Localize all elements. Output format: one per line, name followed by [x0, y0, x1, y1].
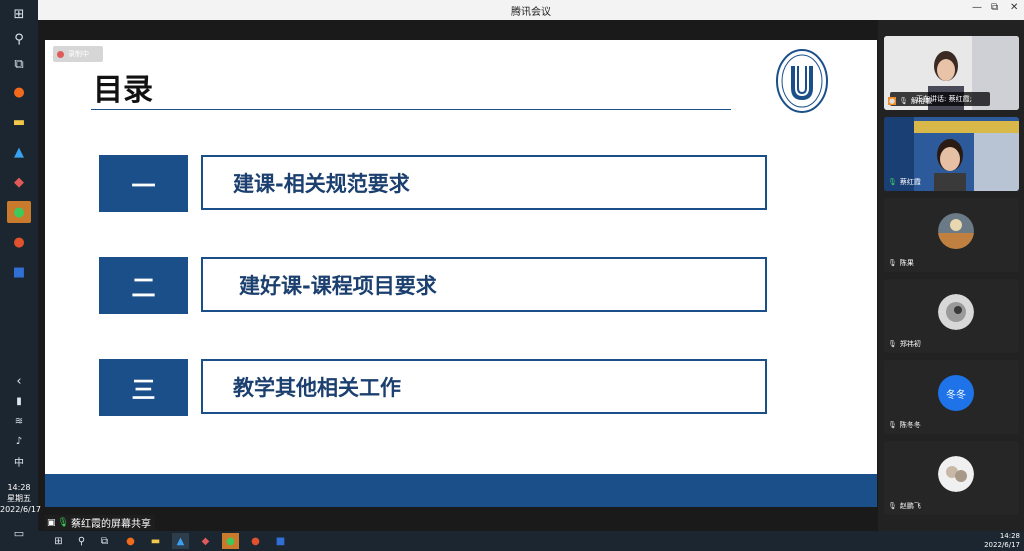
item-text-2: 建好课-课程项目要求	[201, 257, 767, 312]
paint-icon[interactable]: ◆	[197, 533, 214, 549]
taskbar-time: 14:28	[999, 532, 1020, 540]
clock-date: 2022/6/17	[0, 505, 42, 514]
ime-indicator[interactable]: 中	[7, 450, 31, 472]
participant-tile[interactable]: 🎙 蔡红霞	[884, 117, 1019, 191]
paint-icon[interactable]: ◆	[7, 171, 31, 193]
mic-muted-icon: 🎙	[888, 502, 897, 510]
university-logo	[776, 49, 828, 113]
record-dot-icon	[57, 50, 64, 58]
mic-icon: 🎙	[57, 517, 69, 528]
task-view-icon[interactable]: ⧉	[7, 53, 31, 75]
powerpoint-icon[interactable]: ●	[7, 231, 31, 253]
participant-tile[interactable]: 🎙 赵鹏飞	[884, 441, 1019, 515]
firefox-icon[interactable]: ●	[122, 533, 139, 549]
item-number-1: 一	[99, 155, 188, 212]
windows-start-icon[interactable]: ⊞	[7, 3, 31, 25]
window-titlebar: 腾讯会议 — ⧉ ✕	[38, 0, 1024, 20]
participant-avatar: 冬冬	[938, 375, 974, 411]
restore-button[interactable]: ⧉	[991, 2, 998, 13]
mic-muted-icon: 🎙	[888, 259, 897, 267]
task-view-icon[interactable]: ⧉	[96, 533, 113, 549]
slide-title: 目录	[93, 73, 153, 108]
mic-icon: 🎙	[899, 97, 908, 105]
tencent-meeting-icon[interactable]: ▲	[172, 533, 189, 549]
participant-tile[interactable]: 正在讲话: 蔡红霞; ● 🎙 解裕敏	[884, 36, 1019, 110]
mic-muted-icon: 🎙	[888, 340, 897, 348]
participant-tile[interactable]: 冬冬 🎙 陈冬冬	[884, 360, 1019, 434]
clock-weekday: 星期五	[7, 494, 31, 503]
windows-taskbar-bottom: ⊞ ⚲ ⧉ ● ▬ ▲ ◆ ● ● ■ 14:28 2022/6/17	[38, 531, 1024, 551]
word-icon[interactable]: ■	[7, 261, 31, 283]
notification-icon[interactable]: ▭	[7, 522, 31, 544]
item-text-3: 教学其他相关工作	[201, 359, 767, 414]
wechat-icon[interactable]: ●	[7, 201, 31, 223]
screen-share-label: ▣ 🎙 蔡红霞的屏幕共享	[45, 515, 155, 530]
recording-label: 录制中	[68, 50, 89, 58]
participant-name: 🎙 陈冬冬	[888, 421, 921, 429]
item-number-2: 二	[99, 257, 188, 314]
close-button[interactable]: ✕	[1010, 2, 1018, 13]
wechat-icon[interactable]: ●	[222, 533, 239, 549]
powerpoint-icon[interactable]: ●	[247, 533, 264, 549]
shared-screen: 录制中 目录 一 建课-相关规范要求 二 建好课-课程项目要求 三 教学其他相关…	[45, 40, 877, 507]
minimize-button[interactable]: —	[972, 2, 982, 13]
recording-badge[interactable]: 录制中	[53, 46, 103, 62]
participant-tile[interactable]: 🎙 郑祎初	[884, 279, 1019, 353]
participant-name: ● 🎙 解裕敏	[888, 97, 932, 105]
tencent-meeting-icon[interactable]: ▲	[7, 141, 31, 163]
volume-icon[interactable]: ♪	[7, 430, 31, 452]
windows-start-icon[interactable]: ⊞	[50, 533, 67, 549]
file-explorer-icon[interactable]: ▬	[7, 111, 31, 133]
participant-name: 🎙 郑祎初	[888, 340, 921, 348]
slide-bottom-band	[45, 474, 877, 507]
mic-muted-icon: 🎙	[888, 421, 897, 429]
search-icon[interactable]: ⚲	[7, 28, 31, 50]
firefox-icon[interactable]: ●	[7, 81, 31, 103]
usb-icon[interactable]: ▮	[7, 390, 31, 412]
file-explorer-icon[interactable]: ▬	[147, 533, 164, 549]
participant-tile[interactable]: 🎙 陈果	[884, 198, 1019, 272]
participant-name: 🎙 陈果	[888, 259, 914, 267]
title-divider	[91, 109, 731, 110]
screen-icon: ▣	[47, 517, 56, 528]
window-title: 腾讯会议	[511, 7, 551, 18]
user-icon: ●	[888, 97, 897, 105]
item-text-1: 建课-相关规范要求	[201, 155, 767, 210]
clock-time: 14:28	[7, 483, 31, 492]
item-number-3: 三	[99, 359, 188, 416]
participant-name: 🎙 赵鹏飞	[888, 502, 921, 510]
taskbar-date: 2022/6/17	[984, 541, 1020, 549]
chevron-left-icon[interactable]: ‹	[7, 370, 31, 392]
taskbar-clock[interactable]: 14:28 2022/6/17	[984, 532, 1020, 550]
wifi-icon[interactable]: ≋	[7, 410, 31, 432]
search-icon[interactable]: ⚲	[73, 533, 90, 549]
participant-avatar	[938, 456, 974, 492]
word-icon[interactable]: ■	[272, 533, 289, 549]
participant-avatar	[938, 294, 974, 330]
participant-panel: 正在讲话: 蔡红霞; ● 🎙 解裕敏 🎙 蔡红霞 🎙 陈果 🎙 郑祎初 冬冬 🎙…	[878, 20, 1024, 531]
mic-icon: 🎙	[888, 178, 897, 186]
participant-avatar	[938, 213, 974, 249]
participant-name: 🎙 蔡红霞	[888, 178, 921, 186]
windows-taskbar-left: ⊞ ⚲ ⧉ ● ▬ ▲ ◆ ● ● ■ ‹ ▮ ≋ ♪ 中 14:28 星期五 …	[0, 0, 42, 551]
